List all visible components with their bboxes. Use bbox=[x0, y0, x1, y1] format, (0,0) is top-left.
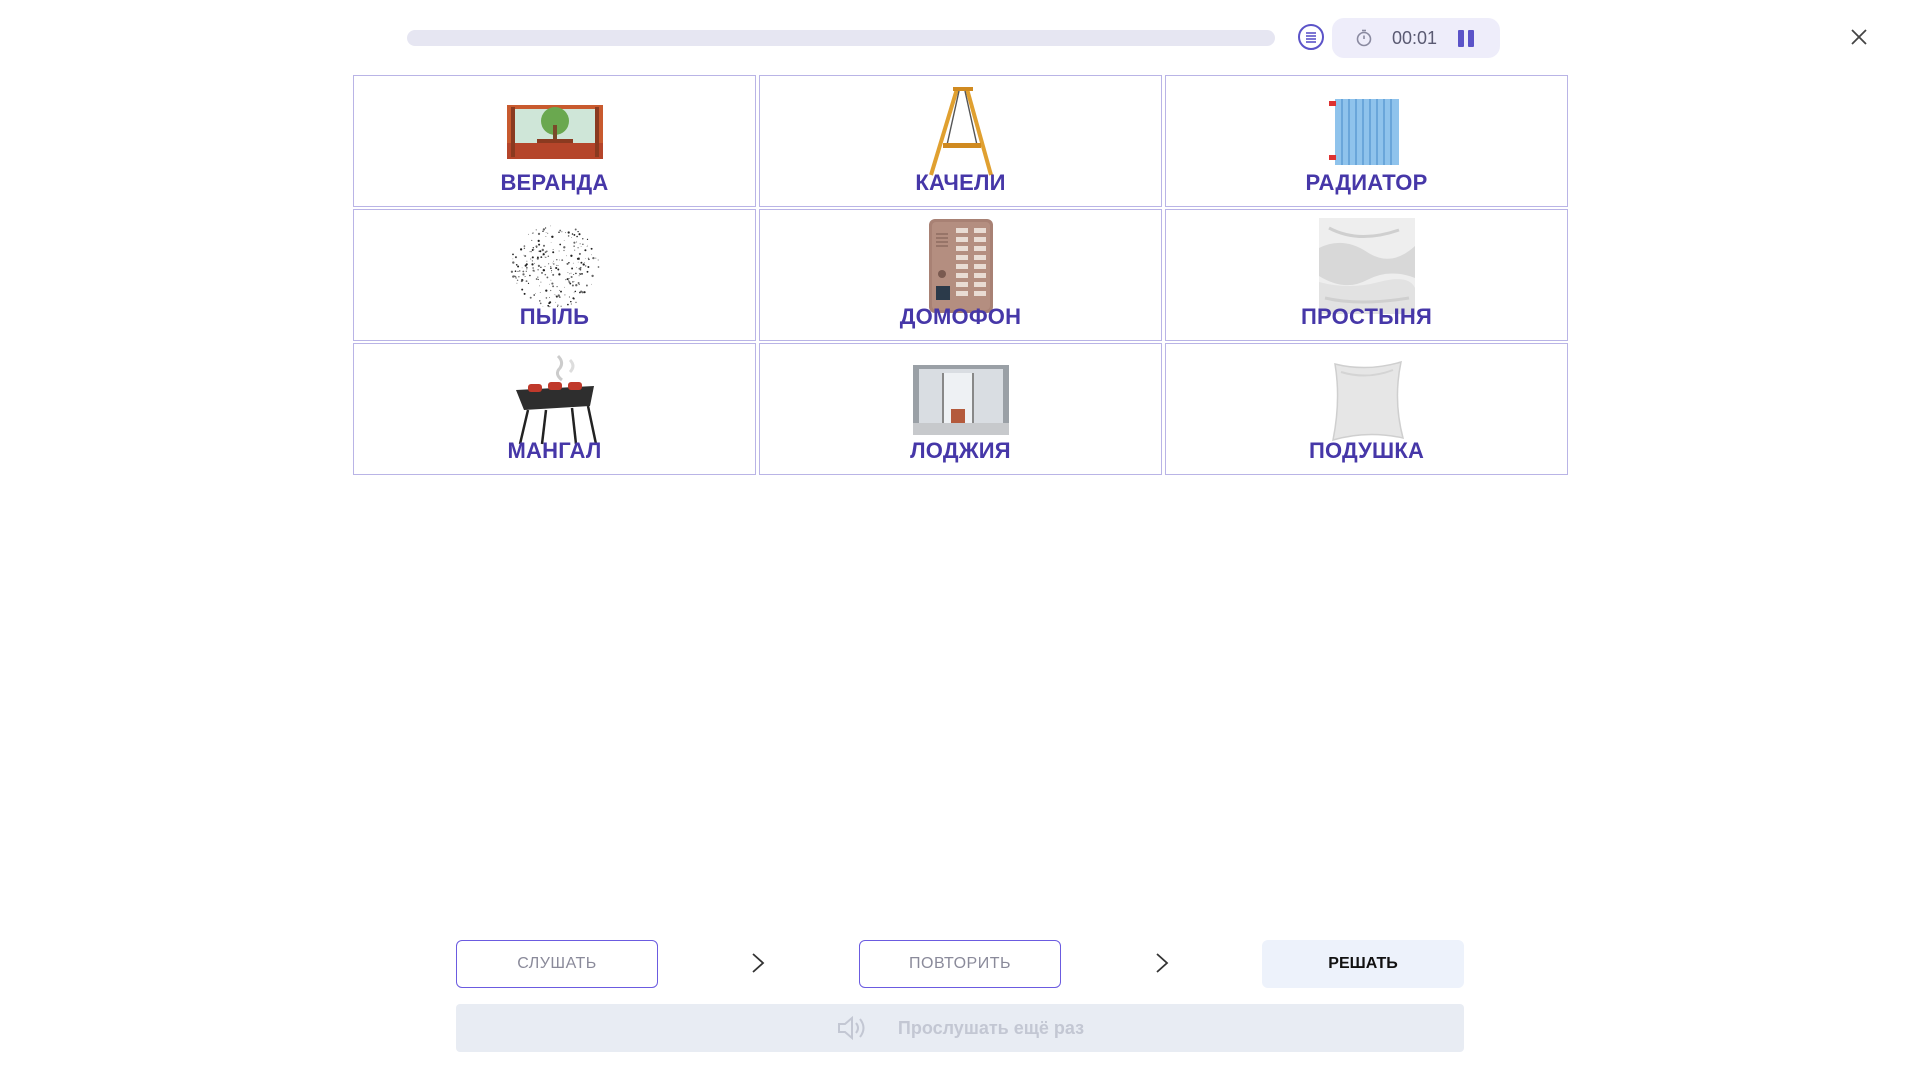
veranda-image bbox=[505, 84, 605, 180]
swing-image bbox=[911, 84, 1011, 180]
replay-button[interactable]: Прослушать ещё раз bbox=[456, 1004, 1464, 1052]
card-bedsheet[interactable]: ПРОСТЫНЯ bbox=[1165, 209, 1568, 341]
card-label: ДОМОФОН bbox=[899, 304, 1022, 329]
intercom-image bbox=[911, 218, 1011, 314]
speaker-icon bbox=[837, 1015, 865, 1041]
dust-image bbox=[505, 218, 605, 314]
chevron-right-icon bbox=[1156, 953, 1169, 973]
answer-grid: ВЕРАНДА КАЧЕЛИ РАДИАТОР ПЫЛЬ ДОМОФОН ПРО… bbox=[353, 75, 1568, 475]
card-label: КАЧЕЛИ bbox=[915, 170, 1006, 195]
chevron-right-icon bbox=[752, 953, 765, 973]
pause-icon bbox=[1458, 30, 1464, 47]
timer: 00:01 bbox=[1332, 18, 1500, 58]
bedsheet-image bbox=[1317, 218, 1417, 314]
card-swing[interactable]: КАЧЕЛИ bbox=[759, 75, 1162, 207]
replay-label: Прослушать ещё раз bbox=[897, 1017, 1085, 1038]
solve-button[interactable]: РЕШАТЬ bbox=[1262, 940, 1464, 988]
card-loggia[interactable]: ЛОДЖИЯ bbox=[759, 343, 1162, 475]
card-intercom[interactable]: ДОМОФОН bbox=[759, 209, 1162, 341]
radiator-image bbox=[1317, 84, 1417, 180]
loggia-image bbox=[911, 352, 1011, 448]
list-button[interactable] bbox=[1298, 24, 1324, 50]
stopwatch-icon bbox=[1356, 29, 1372, 47]
card-dust[interactable]: ПЫЛЬ bbox=[353, 209, 756, 341]
card-label: ПЫЛЬ bbox=[519, 304, 590, 329]
card-label: МАНГАЛ bbox=[507, 438, 602, 463]
pause-button[interactable] bbox=[1458, 30, 1476, 48]
listen-button[interactable]: СЛУШАТЬ bbox=[456, 940, 658, 988]
card-radiator[interactable]: РАДИАТОР bbox=[1165, 75, 1568, 207]
card-label: РАДИАТОР bbox=[1305, 170, 1428, 195]
close-icon[interactable] bbox=[1846, 24, 1872, 50]
pillow-image bbox=[1317, 352, 1417, 448]
card-veranda[interactable]: ВЕРАНДА bbox=[353, 75, 756, 207]
card-label: ПРОСТЫНЯ bbox=[1301, 304, 1432, 329]
list-icon bbox=[1306, 32, 1316, 43]
card-pillow[interactable]: ПОДУШКА bbox=[1165, 343, 1568, 475]
card-grill[interactable]: МАНГАЛ bbox=[353, 343, 756, 475]
grill-image bbox=[505, 352, 605, 448]
progress-bar bbox=[407, 30, 1275, 46]
card-label: ЛОДЖИЯ bbox=[910, 438, 1011, 463]
card-label: ПОДУШКА bbox=[1308, 438, 1425, 463]
repeat-button[interactable]: ПОВТОРИТЬ bbox=[859, 940, 1061, 988]
card-label: ВЕРАНДА bbox=[500, 170, 609, 195]
